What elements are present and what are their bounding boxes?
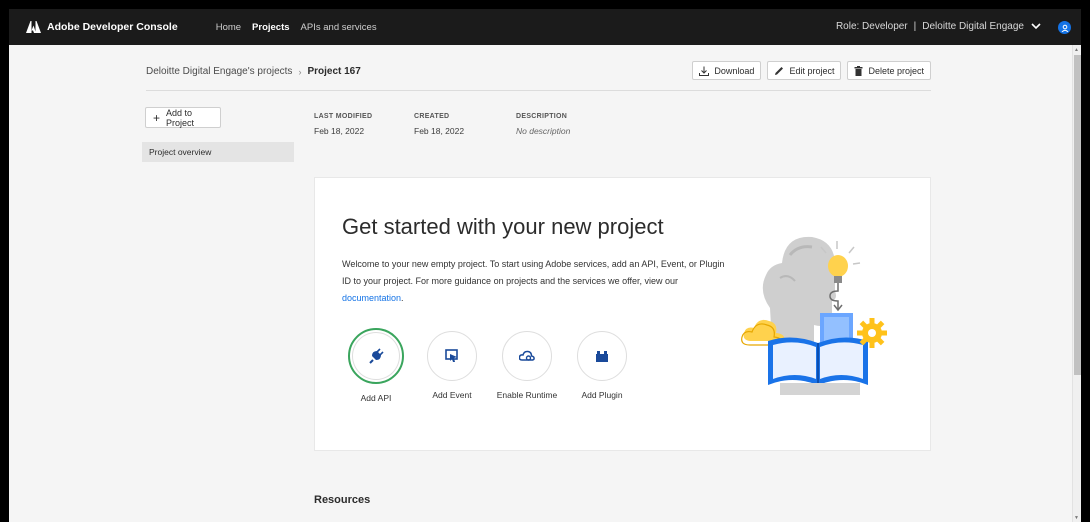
- user-icon: [1061, 24, 1068, 32]
- add-event-button[interactable]: [427, 331, 477, 381]
- org-name: Deloitte Digital Engage: [922, 21, 1024, 32]
- sidebar-item-project-overview[interactable]: Project overview: [142, 142, 294, 162]
- role-org-switcher[interactable]: Role: Developer | Deloitte Digital Engag…: [836, 21, 1041, 32]
- add-plugin-label: Add Plugin: [581, 390, 623, 400]
- enable-runtime-label: Enable Runtime: [496, 390, 558, 400]
- scroll-down-icon[interactable]: ▼: [1074, 515, 1079, 521]
- breadcrumb: Deloitte Digital Engage's projects › Pro…: [146, 66, 361, 77]
- scrollbar-thumb[interactable]: [1074, 55, 1081, 375]
- description-label: DESCRIPTION: [516, 113, 568, 120]
- add-api-label: Add API: [360, 393, 392, 403]
- sidebar-item-label: Project overview: [149, 147, 212, 157]
- description-end: .: [401, 293, 404, 303]
- separator: |: [913, 21, 917, 32]
- add-plugin-option[interactable]: Add Plugin: [567, 331, 637, 400]
- add-api-button[interactable]: [348, 328, 404, 384]
- get-started-card: Get started with your new project Welcom…: [314, 177, 931, 451]
- top-nav: Home Projects APIs and services: [216, 22, 388, 33]
- last-modified-label: LAST MODIFIED: [314, 113, 373, 120]
- adobe-logo-icon: [26, 21, 41, 33]
- download-icon: [699, 66, 710, 76]
- project-actions: Download Edit project Delete project: [686, 61, 931, 80]
- nav-home[interactable]: Home: [216, 22, 241, 33]
- nav-projects[interactable]: Projects: [252, 22, 290, 33]
- add-api-option[interactable]: Add API: [341, 328, 411, 403]
- delete-project-button[interactable]: Delete project: [847, 61, 931, 80]
- scroll-up-icon[interactable]: ▲: [1074, 47, 1079, 53]
- description-value: No description: [516, 126, 571, 136]
- breadcrumb-parent[interactable]: Deloitte Digital Engage's projects: [146, 66, 292, 77]
- header-divider: [146, 90, 931, 91]
- avatar[interactable]: [1058, 21, 1071, 34]
- app-title: Adobe Developer Console: [47, 21, 178, 33]
- last-modified-value: Feb 18, 2022: [314, 126, 365, 136]
- role-label: Role: Developer: [835, 21, 908, 32]
- created-label: CREATED: [414, 113, 450, 120]
- created-value: Feb 18, 2022: [414, 126, 465, 136]
- download-button[interactable]: Download: [692, 61, 762, 80]
- download-label: Download: [714, 65, 755, 76]
- breadcrumb-current: Project 167: [307, 66, 361, 77]
- add-to-project-label: Add to Project: [166, 107, 195, 128]
- edit-label: Edit project: [789, 65, 835, 76]
- enable-runtime-button[interactable]: [502, 331, 552, 381]
- add-plugin-button[interactable]: [577, 331, 627, 381]
- trash-icon: [854, 65, 863, 76]
- documentation-link[interactable]: documentation: [342, 293, 401, 303]
- chevron-down-icon: [1031, 23, 1041, 30]
- plugin-icon: [596, 351, 608, 362]
- pencil-icon: [775, 66, 784, 75]
- adobe-logo[interactable]: Adobe Developer Console: [26, 21, 178, 33]
- app-frame: Adobe Developer Console Home Projects AP…: [9, 9, 1081, 522]
- created: CREATED Feb 18, 2022: [414, 113, 464, 136]
- card-description: Welcome to your new empty project. To st…: [342, 256, 727, 307]
- nav-apis-services[interactable]: APIs and services: [301, 22, 377, 33]
- add-event-option[interactable]: Add Event: [417, 331, 487, 400]
- plug-icon: [369, 348, 384, 364]
- edit-project-button[interactable]: Edit project: [767, 61, 842, 80]
- enable-runtime-option[interactable]: Enable Runtime: [492, 331, 562, 400]
- runtime-cloud-icon: [519, 350, 535, 361]
- delete-label: Delete project: [868, 65, 924, 76]
- event-icon: [445, 349, 458, 362]
- top-bar: Adobe Developer Console Home Projects AP…: [9, 9, 1081, 45]
- page-scrollbar[interactable]: ▲ ▼: [1072, 45, 1081, 522]
- project-illustration: [741, 236, 887, 395]
- card-title: Get started with your new project: [342, 214, 664, 239]
- last-modified: LAST MODIFIED Feb 18, 2022: [314, 113, 372, 136]
- add-to-project-button[interactable]: + Add to Project: [145, 107, 221, 128]
- plus-icon: +: [153, 110, 161, 125]
- description-text: Welcome to your new empty project. To st…: [342, 259, 725, 286]
- add-event-label: Add Event: [432, 390, 472, 400]
- chevron-right-icon: ›: [298, 66, 302, 77]
- resources-heading: Resources: [314, 494, 371, 506]
- description: DESCRIPTION No description: [516, 113, 570, 136]
